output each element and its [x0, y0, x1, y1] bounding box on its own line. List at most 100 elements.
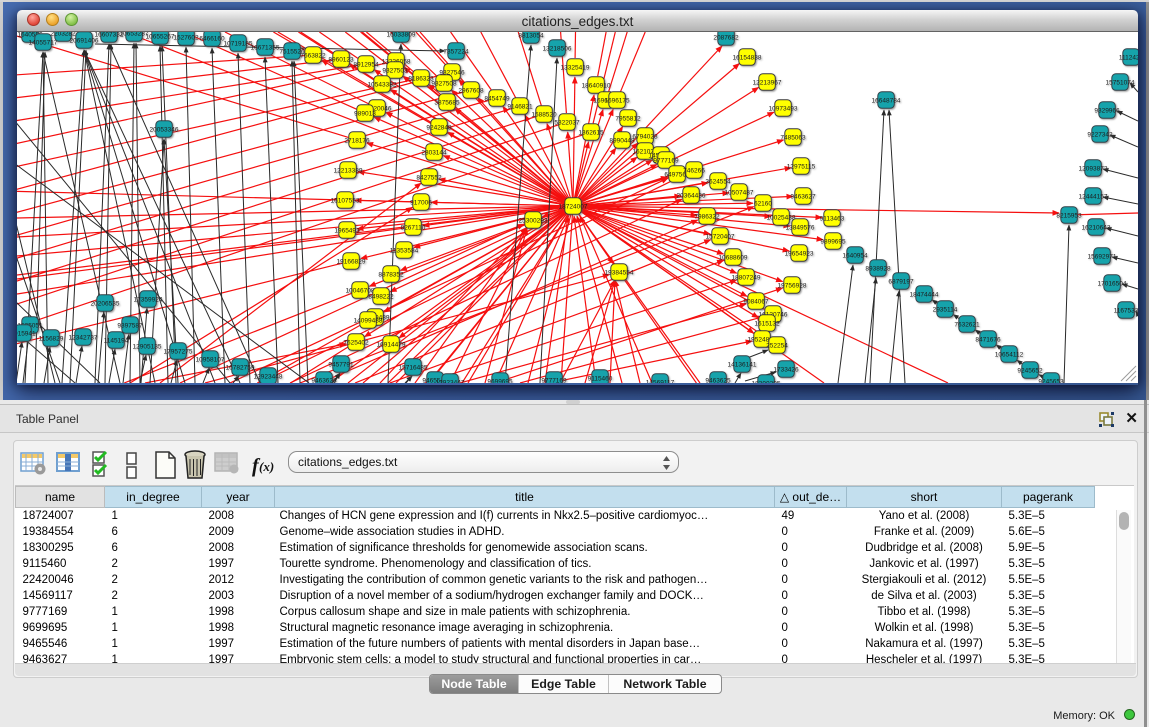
svg-text:20053346: 20053346 — [150, 126, 179, 133]
svg-text:1167533: 1167533 — [1114, 307, 1138, 314]
svg-text:10025438: 10025438 — [767, 214, 796, 221]
svg-text:8990448: 8990448 — [609, 137, 635, 144]
svg-text:10688609: 10688609 — [719, 254, 748, 261]
svg-text:7955812: 7955812 — [615, 115, 641, 122]
svg-text:12213967: 12213967 — [753, 79, 782, 86]
svg-text:20364436: 20364436 — [677, 192, 706, 199]
svg-text:20206535: 20206535 — [91, 300, 120, 307]
svg-text:17359924: 17359924 — [134, 296, 163, 303]
svg-text:2935114: 2935114 — [933, 306, 958, 313]
svg-text:7485063: 7485063 — [780, 134, 806, 141]
svg-text:12905135: 12905135 — [133, 343, 162, 350]
svg-text:7625402: 7625402 — [343, 339, 369, 346]
svg-text:19654923: 19654923 — [785, 250, 814, 257]
svg-text:12213389: 12213389 — [334, 167, 363, 174]
svg-text:14136141: 14136141 — [728, 361, 757, 368]
svg-text:8427552: 8427552 — [416, 174, 442, 181]
svg-text:10719185: 10719185 — [224, 40, 253, 47]
svg-text:1965493: 1965493 — [334, 227, 360, 234]
svg-text:6879197: 6879197 — [888, 278, 914, 285]
svg-text:16033809: 16033809 — [387, 32, 416, 38]
svg-text:17016504: 17016504 — [1098, 280, 1127, 287]
svg-text:15692971: 15692971 — [1088, 253, 1117, 260]
svg-text:12342737: 12342737 — [69, 334, 98, 341]
svg-text:9113463: 9113463 — [820, 215, 845, 222]
svg-text:1696175: 1696175 — [604, 97, 630, 104]
svg-text:7357224: 7357224 — [443, 48, 469, 55]
svg-text:12975115: 12975115 — [787, 163, 816, 170]
svg-text:1112420: 1112420 — [1119, 54, 1138, 61]
svg-text:20691406: 20691406 — [70, 37, 99, 44]
svg-text:1615132: 1615132 — [754, 320, 780, 327]
svg-text:5322037: 5322037 — [554, 119, 580, 126]
svg-text:9899695: 9899695 — [820, 238, 846, 245]
svg-text:13325419: 13325419 — [561, 64, 590, 71]
svg-text:19166829: 19166829 — [337, 258, 366, 265]
svg-text:989013: 989013 — [354, 110, 376, 117]
svg-text:2718176: 2718176 — [344, 137, 370, 144]
svg-text:18474444: 18474444 — [910, 291, 939, 298]
svg-text:7632621: 7632621 — [954, 321, 980, 328]
svg-text:19756928: 19756928 — [778, 282, 807, 289]
svg-text:9115460: 9115460 — [588, 375, 613, 382]
svg-text:917006: 917006 — [410, 199, 432, 206]
svg-text:6466160: 6466160 — [199, 35, 225, 42]
svg-text:7663822: 7663822 — [300, 52, 326, 59]
svg-text:13218506: 13218506 — [543, 45, 572, 52]
svg-text:12923447: 12923447 — [436, 379, 465, 383]
svg-text:9327503: 9327503 — [382, 67, 408, 74]
svg-text:16107553: 16107553 — [331, 197, 360, 204]
svg-text:14569117: 14569117 — [646, 379, 675, 383]
svg-text:9245653: 9245653 — [1038, 378, 1064, 383]
svg-text:9463628: 9463628 — [311, 377, 337, 383]
svg-text:8186323: 8186323 — [408, 75, 434, 82]
svg-text:8471676: 8471676 — [975, 336, 1001, 343]
svg-text:18807249: 18807249 — [732, 274, 761, 281]
svg-text:9457791: 9457791 — [328, 361, 354, 368]
svg-text:18300295: 18300295 — [752, 380, 781, 383]
svg-text:10653287: 10653287 — [120, 32, 149, 37]
svg-text:8215953: 8215953 — [1056, 212, 1082, 219]
svg-text:16648784: 16648784 — [872, 97, 901, 104]
svg-text:1733426: 1733426 — [773, 366, 799, 373]
svg-text:1156829: 1156829 — [39, 335, 64, 342]
svg-text:1527602: 1527602 — [173, 34, 199, 41]
svg-text:9777169: 9777169 — [541, 377, 567, 383]
svg-text:14055717: 14055717 — [29, 39, 58, 46]
svg-text:3624554: 3624554 — [705, 178, 731, 185]
svg-text:8267110: 8267110 — [401, 224, 426, 231]
svg-text:10543382: 10543382 — [368, 81, 397, 88]
svg-text:10973493: 10973493 — [769, 105, 798, 112]
svg-text:10958107: 10958107 — [196, 356, 225, 363]
svg-text:9146821: 9146821 — [507, 103, 533, 110]
svg-text:25300293: 25300293 — [519, 217, 548, 224]
svg-text:12444157: 12444157 — [1079, 193, 1108, 200]
svg-text:10654112: 10654112 — [995, 351, 1024, 358]
svg-text:12923448: 12923448 — [254, 373, 283, 380]
svg-text:15716485: 15716485 — [399, 364, 428, 371]
svg-text:19384554: 19384554 — [605, 269, 634, 276]
svg-text:2087682: 2087682 — [713, 34, 739, 41]
svg-text:16671355: 16671355 — [251, 44, 280, 51]
svg-text:1362615: 1362615 — [578, 129, 604, 136]
svg-text:8938928: 8938928 — [865, 265, 891, 272]
svg-text:9699695: 9699695 — [487, 378, 513, 383]
svg-text:13849576: 13849576 — [786, 224, 815, 231]
svg-text:18640910: 18640910 — [582, 82, 611, 89]
svg-text:62160: 62160 — [754, 200, 772, 207]
svg-text:1640954: 1640954 — [842, 252, 868, 259]
svg-text:8960123: 8960123 — [328, 56, 354, 63]
svg-text:8813054: 8813054 — [518, 32, 544, 39]
svg-text:16154838: 16154838 — [733, 54, 762, 61]
svg-text:8878352: 8878352 — [378, 271, 404, 278]
svg-text:15751074: 15751074 — [1106, 79, 1135, 86]
svg-text:9463627: 9463627 — [790, 193, 816, 200]
svg-text:1145194: 1145194 — [104, 337, 129, 344]
svg-text:6794028: 6794028 — [632, 133, 658, 140]
svg-text:7986322: 7986322 — [694, 213, 720, 220]
svg-text:9327508: 9327508 — [431, 80, 457, 87]
svg-text:10507487: 10507487 — [725, 189, 754, 196]
svg-text:1588520: 1588520 — [531, 111, 557, 118]
svg-text:3875685: 3875685 — [434, 99, 460, 106]
svg-text:9329966: 9329966 — [1094, 107, 1120, 114]
